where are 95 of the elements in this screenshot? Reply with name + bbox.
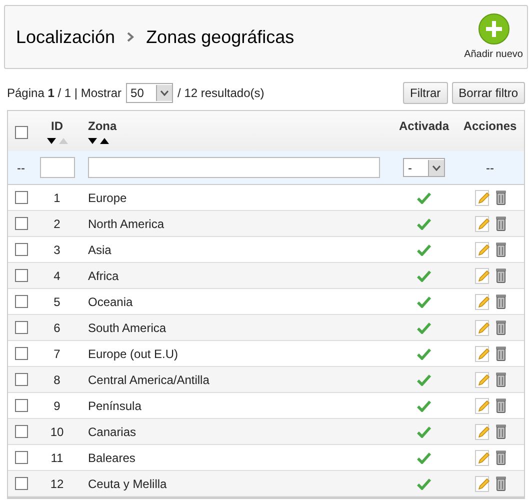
- id-cell: 10: [50, 424, 64, 438]
- column-header[interactable]: Zona: [88, 117, 117, 135]
- checkbox[interactable]: [14, 347, 28, 360]
- filter-button[interactable]: Borrar filtro: [452, 82, 525, 104]
- zone-cell: Africa: [88, 268, 119, 282]
- zone-cell: Asia: [88, 242, 112, 256]
- add-new-button[interactable]: Añadir nuevo: [464, 12, 523, 62]
- checkbox[interactable]: [14, 126, 28, 139]
- checkbox[interactable]: [14, 477, 28, 490]
- trash-icon[interactable]: [496, 398, 506, 412]
- id-filter-field[interactable]: [40, 157, 74, 178]
- trash-icon[interactable]: [496, 190, 506, 204]
- edit-pencil-icon[interactable]: [474, 476, 490, 492]
- page-title: Zonas geográficas: [146, 26, 294, 49]
- column-header[interactable]: ID: [51, 117, 63, 135]
- id-cell: 6: [54, 320, 60, 334]
- checkbox[interactable]: [14, 269, 28, 282]
- id-cell: 1: [54, 190, 60, 204]
- check-icon[interactable]: [417, 192, 431, 204]
- zone-cell: Oceania: [88, 294, 133, 308]
- checkbox[interactable]: [14, 451, 28, 464]
- plus-circle-icon: [478, 12, 510, 44]
- edit-pencil-icon[interactable]: [474, 268, 490, 284]
- zone-cell: Central America/Antilla: [88, 372, 210, 386]
- id-cell: 5: [54, 294, 60, 308]
- zone-cell: Europe: [88, 190, 127, 204]
- sort-descending-icon[interactable]: [88, 138, 97, 144]
- check-icon[interactable]: [417, 374, 431, 386]
- edit-pencil-icon[interactable]: [474, 216, 490, 232]
- active-filter-select[interactable]: -: [403, 158, 445, 177]
- check-icon[interactable]: [417, 400, 431, 412]
- filter-placeholder-text: --: [486, 160, 494, 174]
- sort-ascending-icon[interactable]: [100, 138, 109, 144]
- id-cell: 9: [54, 398, 60, 412]
- check-icon[interactable]: [417, 270, 431, 282]
- id-cell: 2: [54, 216, 60, 230]
- zone-cell: Ceuta y Melilla: [88, 476, 167, 490]
- trash-icon[interactable]: [496, 450, 506, 464]
- column-header: Acciones: [463, 119, 517, 133]
- edit-pencil-icon[interactable]: [474, 190, 490, 206]
- zone-cell: Europe (out E.U): [88, 346, 178, 360]
- checkbox[interactable]: [14, 191, 28, 204]
- id-cell: 12: [50, 476, 64, 490]
- trash-icon[interactable]: [496, 268, 506, 282]
- checkbox[interactable]: [14, 399, 28, 412]
- checkbox[interactable]: [14, 295, 28, 308]
- zone-cell: South America: [88, 320, 166, 334]
- id-cell: 11: [50, 450, 64, 464]
- id-cell: 7: [54, 346, 60, 360]
- check-icon[interactable]: [417, 348, 431, 360]
- edit-pencil-icon[interactable]: [474, 242, 490, 258]
- column-header: Activada: [398, 119, 450, 133]
- edit-pencil-icon[interactable]: [474, 320, 490, 336]
- filter-button[interactable]: Filtrar: [402, 82, 448, 104]
- edit-pencil-icon[interactable]: [474, 398, 490, 414]
- checkbox[interactable]: [14, 425, 28, 438]
- trash-icon[interactable]: [496, 216, 506, 230]
- edit-pencil-icon[interactable]: [474, 372, 490, 388]
- id-cell: 8: [54, 372, 60, 386]
- trash-icon[interactable]: [496, 476, 506, 490]
- chevron-right-icon: [127, 32, 134, 42]
- check-icon[interactable]: [417, 218, 431, 230]
- trash-icon[interactable]: [496, 346, 506, 360]
- checkbox[interactable]: [14, 373, 28, 386]
- id-cell: 3: [54, 242, 60, 256]
- edit-pencil-icon[interactable]: [474, 294, 490, 310]
- trash-icon[interactable]: [496, 372, 506, 386]
- zone-cell: Península: [88, 398, 142, 412]
- check-icon[interactable]: [417, 322, 431, 334]
- id-cell: 4: [54, 268, 60, 282]
- check-icon[interactable]: [417, 452, 431, 464]
- zone-filter-field[interactable]: [88, 157, 380, 178]
- zone-cell: Canarias: [88, 424, 136, 438]
- trash-icon[interactable]: [496, 242, 506, 256]
- checkbox[interactable]: [14, 321, 28, 334]
- zone-cell: North America: [88, 216, 164, 230]
- filter-placeholder-text: --: [17, 160, 25, 174]
- breadcrumb-item[interactable]: Localización: [16, 24, 116, 50]
- check-icon[interactable]: [417, 478, 431, 490]
- edit-pencil-icon[interactable]: [474, 346, 490, 362]
- trash-icon[interactable]: [496, 320, 506, 334]
- checkbox[interactable]: [14, 243, 28, 256]
- pagination-text: Página 1 / 1 | Mostrar: [7, 85, 122, 102]
- trash-icon[interactable]: [496, 294, 506, 308]
- per-page-select[interactable]: 50: [126, 83, 173, 103]
- trash-icon[interactable]: [496, 424, 506, 438]
- check-icon[interactable]: [417, 296, 431, 308]
- sort-descending-icon[interactable]: [46, 138, 56, 144]
- results-count: / 12 resultado(s): [178, 85, 264, 102]
- edit-pencil-icon[interactable]: [474, 450, 490, 466]
- edit-pencil-icon[interactable]: [474, 424, 490, 440]
- checkbox[interactable]: [14, 217, 28, 230]
- zone-cell: Baleares: [88, 450, 136, 464]
- check-icon[interactable]: [417, 244, 431, 256]
- check-icon[interactable]: [417, 426, 431, 438]
